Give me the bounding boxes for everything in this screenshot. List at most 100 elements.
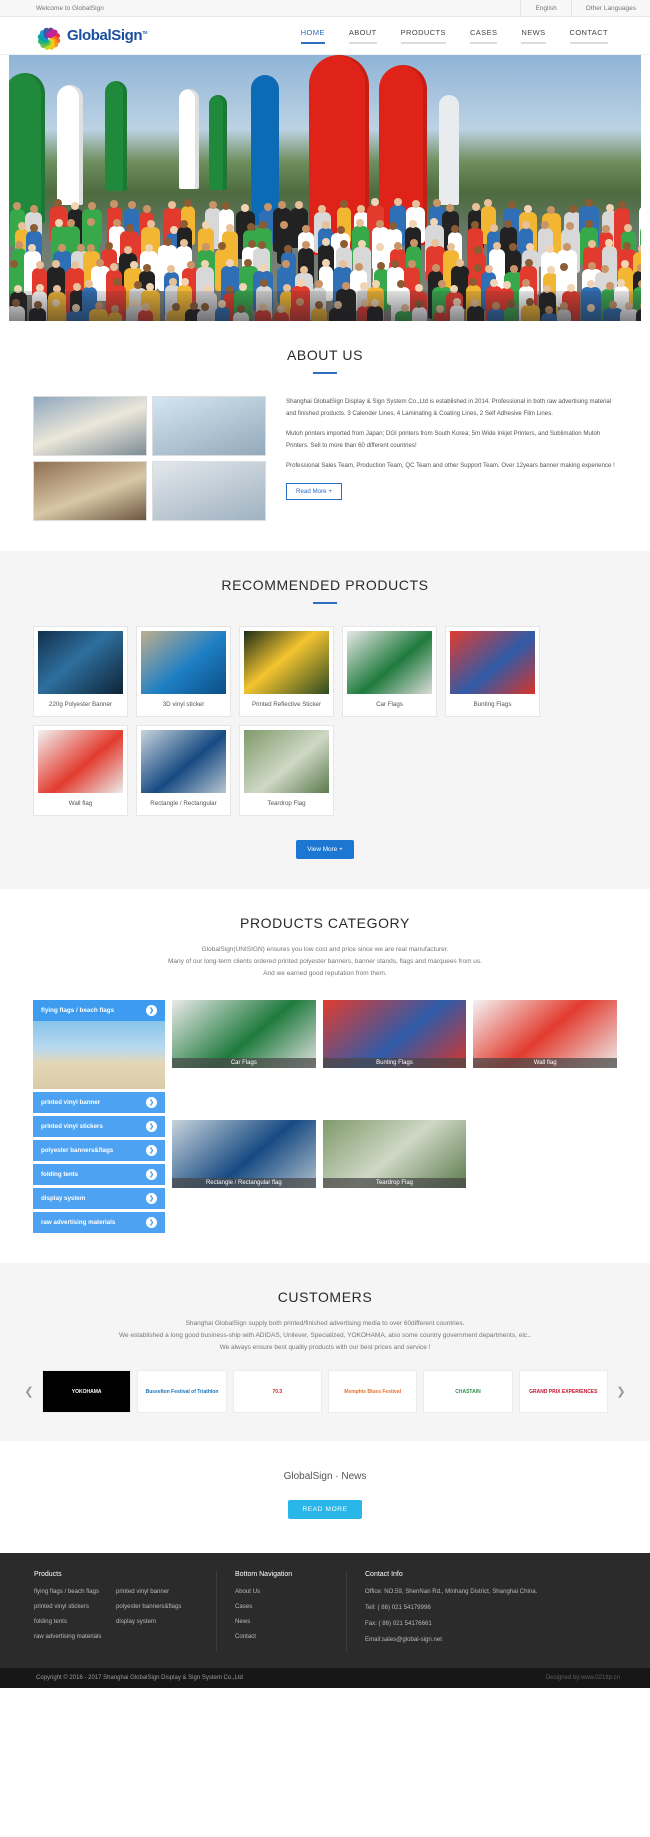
crowd-runner-head [180,278,189,287]
title-underline [313,602,337,604]
language-english[interactable]: English [520,0,570,17]
designed-by-credit[interactable]: Designed by:www.021ttp.cn [546,1675,620,1681]
team-unisign-photo[interactable] [152,461,266,521]
printer-workshop-photo[interactable] [152,396,266,456]
category-accordion-item[interactable]: polyester banners&flags ❯ [33,1140,165,1162]
nav-item-about[interactable]: ABOUT [337,28,389,44]
footer-contact-title: Contact Info [365,1571,403,1579]
category-tile[interactable]: Car Flags [172,1000,316,1069]
crowd-runner-head [568,205,577,214]
read-more-button[interactable]: Read More + [286,483,342,501]
hero-banner-image[interactable] [9,55,641,321]
crowd-runner-head [258,264,267,273]
category-accordion-item[interactable]: printed vinyl banner ❯ [33,1092,165,1114]
category-tile[interactable]: Rectangle / Rectangular flag [172,1120,316,1189]
footer-nav-link[interactable]: Contact [235,1633,328,1640]
crowd-runner-head [473,263,482,272]
site-header: GlobalSignтм HOME ABOUT PRODUCTS CASES NEWS C… [0,17,650,55]
product-card[interactable]: Car Flags [342,626,437,717]
company-gate-photo[interactable] [33,461,147,521]
customer-logo[interactable]: 70.3 [232,1370,322,1414]
product-card[interactable]: 3D vinyl sticker [136,626,231,717]
footer-nav-link[interactable]: About Us [235,1588,328,1595]
about-paragraph: Shanghai GlobalSign Display & Sign Syste… [286,398,612,417]
footer-product-link[interactable]: flying flags / beach flags [34,1588,116,1595]
crowd-runner-head [489,278,498,287]
category-label: polyester banners&flags [41,1147,114,1155]
product-thumbnail [347,631,432,694]
crowd-runner-head [35,260,44,269]
about-paragraph: Professional Sales Team, Production Team… [286,461,615,469]
news-read-more-button[interactable]: READ MORE [288,1500,362,1520]
footer-product-link[interactable]: display system [116,1618,198,1625]
category-accordion-item[interactable]: folding tents ❯ [33,1164,165,1186]
nav-item-home[interactable]: HOME [289,28,337,44]
subtitle-line: GlobalSign(UNISIGN) ensures you low cost… [201,946,449,953]
category-accordion-item[interactable]: display system ❯ [33,1188,165,1210]
footer-products-title: Products [34,1571,62,1579]
product-card[interactable]: Rectangle / Rectangular [136,725,231,816]
product-card[interactable]: Printed Reflective Sticker [239,626,334,717]
view-more-button[interactable]: View More + [296,840,354,859]
beach-flags-photo [33,1021,165,1090]
crowd-runner-head [146,219,155,228]
footer-nav-title: Bottom Navigation [235,1571,293,1579]
product-thumbnail [141,631,226,694]
nav-item-products[interactable]: PRODUCTS [389,28,458,44]
crowd-runner-head [336,225,345,234]
footer-product-link[interactable]: folding tents [34,1618,116,1625]
customer-logo[interactable]: GRAND PRIX EXPERIENCES [518,1370,608,1414]
carousel-prev-icon[interactable]: ❮ [22,1385,36,1399]
product-label: Wall flag [68,800,93,807]
contact-telephone: Tell: ( 86) 021 54179996 [365,1604,431,1612]
customer-logo[interactable]: Memphis Blues Festival [327,1370,418,1414]
crowd-runner-head [617,200,626,209]
crowd-runner-head [168,278,177,287]
product-label: 3D vinyl sticker [162,701,205,708]
nav-item-news[interactable]: NEWS [509,28,557,44]
crowd-runner-head [585,198,594,207]
product-card-grid: 220g Polyester Banner 3D vinyl sticker Pri… [0,626,650,816]
footer-nav-link[interactable]: News [235,1618,328,1625]
crowd-runner-head [142,205,151,214]
carousel-next-icon[interactable]: ❯ [614,1385,628,1399]
product-card[interactable]: Bunting Flags [445,626,540,717]
site-logo[interactable]: GlobalSignтм [36,23,148,51]
product-card[interactable]: 220g Polyester Banner [33,626,128,717]
event-flag-banner [179,89,199,189]
nav-item-cases[interactable]: CASES [458,28,509,44]
customer-logo[interactable]: Busselton Festival of Triathlon [137,1370,227,1414]
contact-email[interactable]: Email:sales@global-sign.net [365,1636,632,1643]
crowd-runner-head [637,264,641,272]
product-card[interactable]: Teardrop Flag [239,725,334,816]
category-tile[interactable]: Bunting Flags [322,1000,467,1069]
footer-product-link[interactable]: raw advertising materials [34,1633,116,1640]
category-tile[interactable]: Wall flag [473,1000,617,1069]
customer-logo[interactable]: CHASTAIN [423,1370,513,1414]
crowd-runner-head [396,279,405,288]
crowd-runner-head [105,241,114,250]
category-accordion-active-item[interactable]: flying flags / beach flags ❯ [33,1000,165,1022]
factory-banner-photo[interactable] [33,396,147,456]
top-utility-bar: Welcome to GlobalSign English Other Lang… [0,0,650,17]
crowd-runner-head [354,262,363,271]
customer-logo[interactable]: YOKOHAMA [42,1370,132,1414]
footer-product-link[interactable]: polyester banners&flags [116,1603,198,1610]
nav-item-contact[interactable]: CONTACT [558,28,621,44]
language-other[interactable]: Other Languages [570,0,650,17]
crowd-runner-head [258,221,267,230]
product-card[interactable]: Wall flag [33,725,128,816]
footer-product-link[interactable]: printed vinyl banner [116,1588,198,1595]
category-accordion-item[interactable]: raw advertising materials ❯ [33,1212,165,1234]
crowd-runner-head [508,201,516,210]
chevron-down-icon: ❯ [146,1193,157,1205]
crowd-runner-head [638,244,641,253]
footer-product-link[interactable]: printed vinyl stickers [34,1603,116,1610]
footer-navigation-column: Bottom Navigation About Us Cases News Conta… [216,1571,346,1653]
footer-nav-link[interactable]: Cases [235,1603,328,1610]
crowd-runner-head [15,240,24,249]
crowd-runner-head [225,223,234,232]
contact-office: Office: NO.59, ShenNan Rd., Minhang Dist… [365,1588,538,1596]
category-tile[interactable]: Teardrop Flag [322,1120,467,1189]
category-accordion-item[interactable]: printed vinyl stickers ❯ [33,1116,165,1138]
